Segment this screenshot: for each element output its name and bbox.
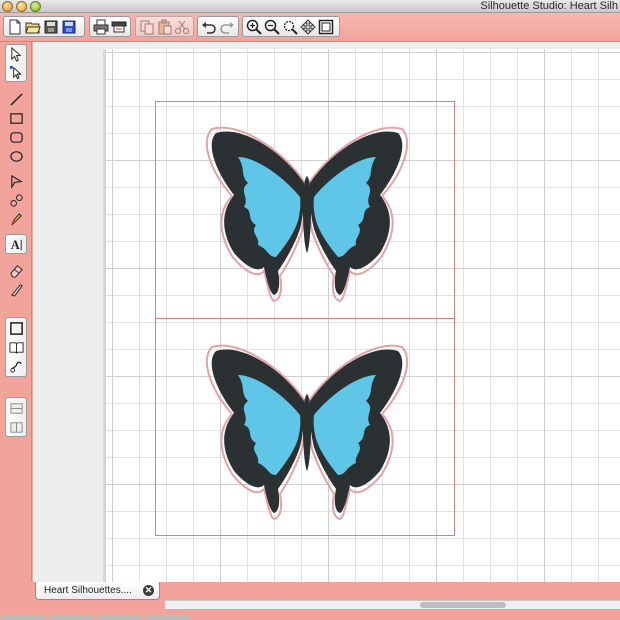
page-setup-button[interactable] [7,319,25,337]
panel-top-button[interactable] [7,399,25,417]
rectangle-icon [9,112,23,124]
line-tool-button[interactable] [7,90,25,108]
save-library-icon [62,20,76,33]
print-toolbar-group [89,16,131,37]
print-button[interactable] [92,18,110,36]
zoom-selection-icon [283,20,298,35]
knife-tool-button[interactable] [7,280,25,298]
butterfly-bottom-left-wing [211,349,305,513]
design-page[interactable] [105,49,620,584]
knife-icon [10,283,23,297]
zoom-in-icon [246,19,262,35]
curve-tool-button[interactable] [7,191,25,209]
zoom-selection-button[interactable] [281,18,299,36]
ellipse-tool-button[interactable] [7,147,25,165]
copy-icon [140,20,154,34]
document-tab[interactable]: Heart Silhouettes.... ✕ [35,582,160,600]
point-edit-tool-button[interactable] [7,63,25,81]
rectangle-tool-button[interactable] [7,109,25,127]
fit-page-icon [318,19,334,34]
copy-button[interactable] [138,18,156,36]
window-zoom-button[interactable] [30,1,41,12]
zoom-out-icon [264,19,280,35]
title-bar: Silhouette Studio: Heart Silh [0,0,620,13]
save-button[interactable] [42,18,60,36]
print-icon [93,19,109,34]
clipboard-toolbar-group [135,16,194,37]
document-tab-label: Heart Silhouettes.... [44,585,132,596]
butterfly-top-body [303,176,311,253]
select-tool-button[interactable] [7,45,25,63]
freehand-tool-button[interactable] [7,210,25,228]
undo-icon [202,21,216,34]
save-icon [44,20,58,33]
new-document-button[interactable] [6,18,24,36]
paste-icon [158,19,171,34]
svg-text:A: A [10,238,19,252]
page-setup-icon [9,321,23,335]
cut-icon [175,20,190,34]
zoom-out-button[interactable] [263,18,281,36]
bottom-panel-tab[interactable] [2,615,46,620]
rounded-rectangle-icon [9,131,23,143]
paste-button[interactable] [156,18,174,36]
document-tab-bar: Heart Silhouettes.... ✕ [0,582,620,620]
open-folder-icon [25,22,41,33]
text-icon: A [10,238,22,252]
send-to-cutter-icon [111,21,127,32]
pan-icon [300,18,316,35]
eraser-tool-button[interactable] [7,261,25,279]
bottom-panel-tab[interactable] [98,615,142,620]
fit-page-button[interactable] [317,18,335,36]
freehand-icon [10,212,22,225]
pan-button[interactable] [299,18,317,36]
ellipse-icon [9,150,23,162]
rounded-rectangle-tool-button[interactable] [7,128,25,146]
horizontal-scrollbar-thumb[interactable] [420,602,506,608]
library-button[interactable] [7,338,25,356]
window-close-button[interactable] [2,1,13,12]
file-toolbar-group [3,16,85,37]
bottom-panel-tab[interactable] [146,615,190,620]
butterfly-bottom[interactable] [202,339,412,521]
window-minimize-button[interactable] [16,1,27,12]
zoom-in-button[interactable] [245,18,263,36]
new-document-icon [9,19,21,34]
redo-icon [220,21,234,34]
select-icon [10,46,21,62]
send-to-cutter-button[interactable] [110,18,128,36]
design-workspace[interactable] [33,42,620,584]
polygon-icon [10,174,23,189]
butterfly-bottom-body [303,394,311,471]
save-to-library-button[interactable] [60,18,78,36]
butterfly-bottom-right-wing [309,349,403,513]
line-icon [9,92,23,106]
zoom-toolbar-group [242,16,340,37]
trace-button[interactable] [7,357,25,375]
open-button[interactable] [24,18,42,36]
tools-panel: A [0,42,32,604]
text-tool-button[interactable]: A [7,235,25,253]
library-icon [8,341,24,354]
history-toolbar-group [197,16,239,37]
point-edit-icon [9,65,22,79]
panel-bottom-button[interactable] [7,418,25,436]
close-tab-icon[interactable]: ✕ [143,585,154,596]
butterfly-top-right-wing [309,131,403,295]
polygon-tool-button[interactable] [7,172,25,190]
trace-icon [9,361,22,373]
window-title: Silhouette Studio: Heart Silh [480,0,618,12]
butterfly-top[interactable] [202,121,412,303]
eraser-icon [9,264,23,278]
panel-bottom-icon [9,421,23,433]
bottom-panel-tab[interactable] [50,615,94,620]
horizontal-scrollbar[interactable] [165,600,620,609]
main-toolbar [0,13,620,42]
butterfly-top-left-wing [211,131,305,295]
cut-button[interactable] [173,18,191,36]
undo-button[interactable] [200,18,218,36]
redo-button[interactable] [218,18,236,36]
curve-icon [9,193,23,207]
panel-top-icon [9,402,23,414]
